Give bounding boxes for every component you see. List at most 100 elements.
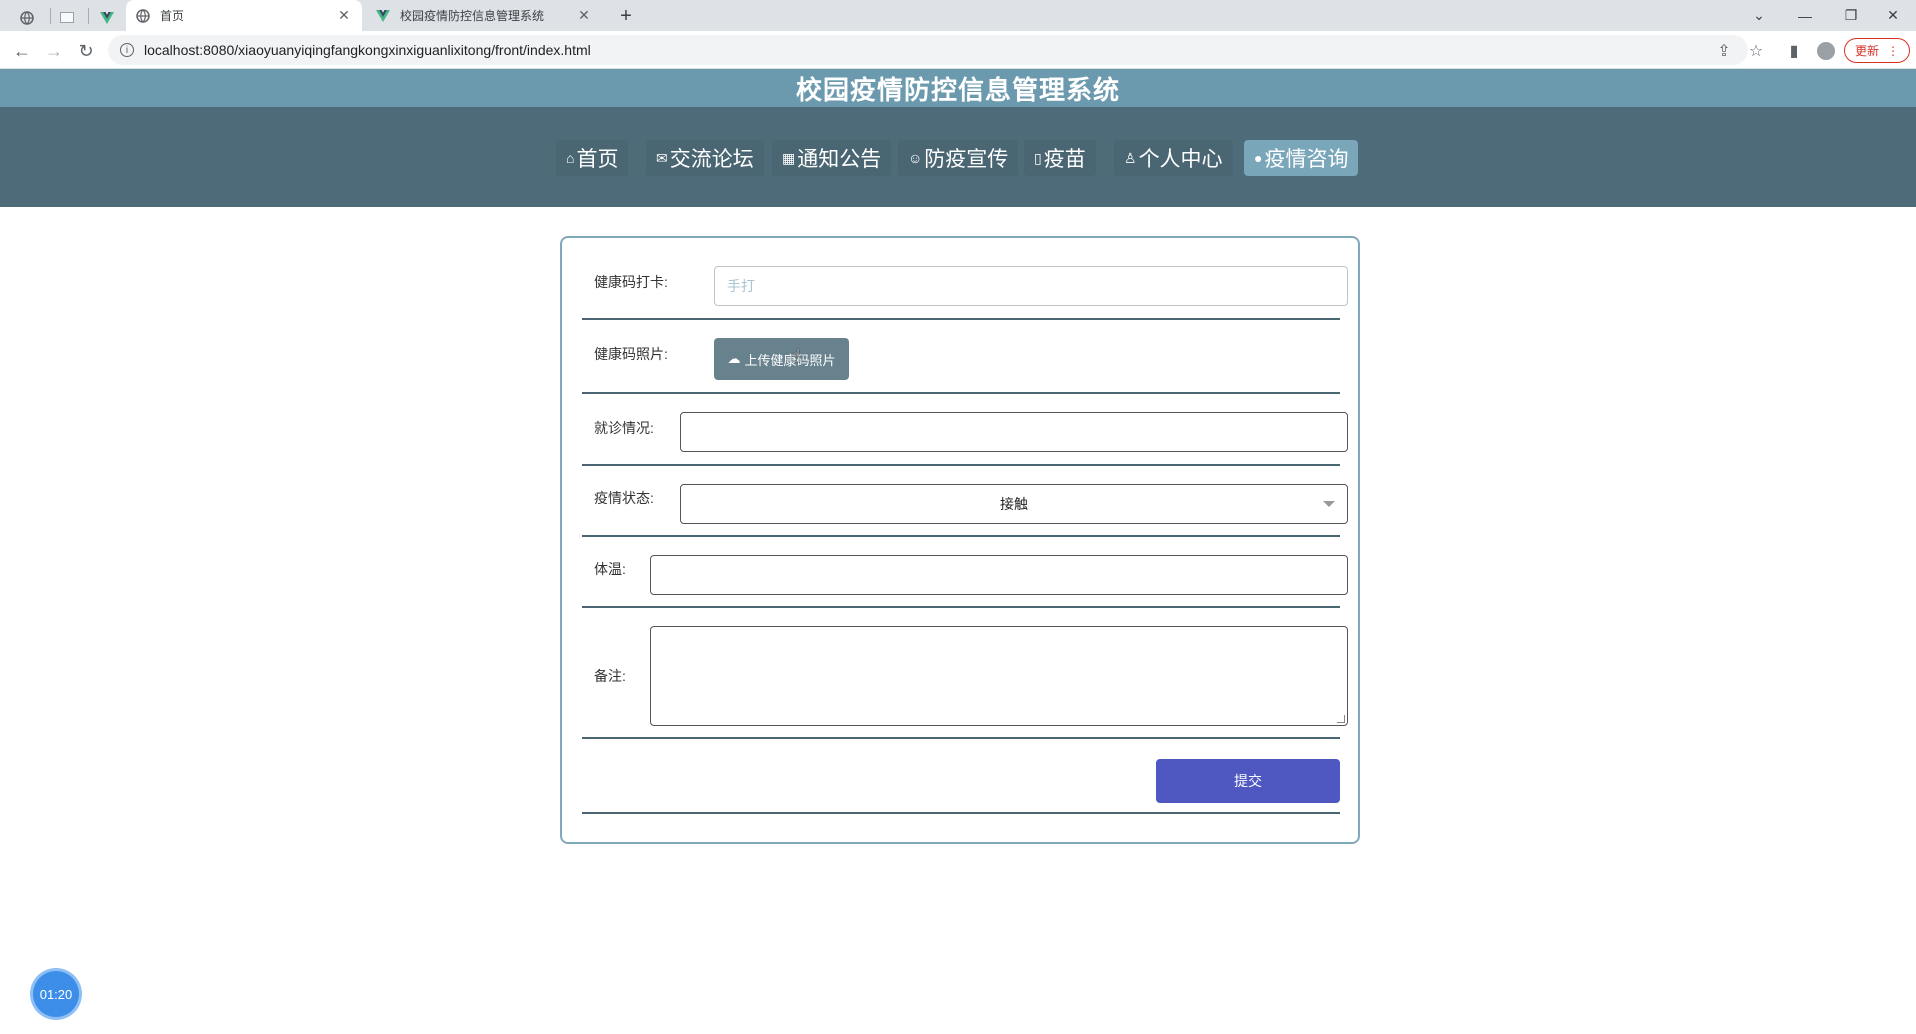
temperature-label: 体温:: [594, 561, 626, 577]
nav-item-profile[interactable]: ♙ 个人中心: [1114, 140, 1233, 176]
submit-label: 提交: [1234, 773, 1262, 789]
consult-icon: ●: [1254, 150, 1263, 166]
nav-item-consult[interactable]: ● 疫情咨询: [1244, 140, 1359, 176]
upload-health-photo-button[interactable]: ☁ 上传健康码照片: [714, 338, 849, 380]
timer-text: 01:20: [39, 986, 73, 1002]
remark-label: 备注:: [594, 668, 626, 684]
status-label: 疫情状态:: [594, 490, 654, 506]
form-row-temperature: 体温:: [582, 537, 1348, 608]
treatment-label: 就诊情况:: [594, 420, 654, 436]
vue-logo-icon: [376, 9, 390, 22]
form-row-health-code: 健康码打卡: 手打: [582, 238, 1348, 320]
tab-title: 首页: [160, 9, 185, 23]
reload-button[interactable]: ↻: [72, 37, 100, 65]
smile-icon: ☺: [908, 150, 923, 166]
back-button[interactable]: ←: [8, 37, 36, 65]
health-photo-label: 健康码照片:: [594, 346, 668, 362]
plus-icon: +: [620, 4, 632, 27]
health-code-label: 健康码打卡:: [594, 274, 668, 290]
browser-toolbar: ← → ↻ i localhost:8080/xiaoyuanyiqingfan…: [0, 31, 1916, 69]
url-text: localhost:8080/xiaoyuanyiqingfangkongxin…: [144, 42, 591, 58]
pinned-tab-vue[interactable]: [92, 4, 122, 31]
document-icon: ▯: [1034, 149, 1042, 166]
tab-search-button[interactable]: ⌄: [1736, 0, 1782, 31]
pinned-tab-globe[interactable]: [12, 4, 42, 31]
nav-item-publicity[interactable]: ☺ 防疫宣传: [898, 140, 1019, 176]
tab-system[interactable]: 校园疫情防控信息管理系统 ✕: [366, 0, 602, 31]
main-nav: ⌂ 首页 ✉ 交流论坛 ▦ 通知公告 ☺ 防疫宣传 ▯ 疫苗 ♙ 个人中心 ● …: [0, 107, 1916, 207]
remark-textarea[interactable]: [650, 626, 1348, 726]
home-icon: ⌂: [566, 150, 575, 166]
app-header: 校园疫情防控信息管理系统: [0, 69, 1916, 107]
browser-tabstrip: 首页 ✕ 校园疫情防控信息管理系统 ✕ + ⌄ — ❐ ✕: [0, 0, 1916, 31]
tab-home[interactable]: 首页 ✕: [126, 0, 362, 31]
nav-label: 疫苗: [1043, 148, 1086, 171]
nav-item-home[interactable]: ⌂ 首页: [556, 140, 629, 176]
share-button[interactable]: ⇪: [1710, 37, 1738, 65]
vue-logo-icon: [100, 11, 114, 24]
hand-cursor-icon: ☝: [790, 346, 801, 366]
cloud-upload-icon: ☁: [727, 351, 741, 366]
restore-icon: ❐: [1844, 7, 1858, 23]
bookmark-button[interactable]: ☆: [1742, 37, 1770, 65]
restore-button[interactable]: ❐: [1828, 0, 1874, 31]
chevron-down-icon: ⌄: [1753, 7, 1765, 23]
notice-icon: ▦: [782, 149, 796, 166]
close-icon: ✕: [1887, 7, 1899, 23]
timer-badge[interactable]: 01:20: [33, 971, 79, 1017]
form-row-submit: 提交: [582, 739, 1340, 814]
tab-title: 校园疫情防控信息管理系统: [400, 9, 545, 23]
more-vert-icon: ⋮: [1887, 43, 1899, 58]
profile-button[interactable]: [1812, 37, 1840, 65]
nav-item-forum[interactable]: ✉ 交流论坛: [646, 140, 764, 176]
info-icon: i: [120, 43, 134, 57]
close-window-button[interactable]: ✕: [1870, 0, 1916, 31]
nav-label: 交流论坛: [669, 148, 754, 171]
page-title: 校园疫情防控信息管理系统: [795, 74, 1120, 105]
globe-icon: [136, 8, 150, 23]
caret-down-icon: [1323, 501, 1335, 507]
new-tab-button[interactable]: +: [612, 4, 640, 28]
resize-grip-icon[interactable]: [1337, 715, 1345, 723]
reload-icon: ↻: [78, 40, 94, 61]
nav-item-vaccine[interactable]: ▯ 疫苗: [1024, 140, 1096, 176]
submit-button[interactable]: 提交: [1156, 759, 1340, 803]
close-icon[interactable]: ✕: [336, 7, 352, 24]
update-label: 更新: [1854, 44, 1879, 58]
address-bar[interactable]: i localhost:8080/xiaoyuanyiqingfangkongx…: [108, 35, 1748, 65]
side-panel-button[interactable]: ▮: [1780, 37, 1808, 65]
update-button[interactable]: 更新 ⋮: [1844, 38, 1910, 63]
minimize-icon: —: [1798, 7, 1812, 24]
form-row-status: 疫情状态: 接触: [582, 466, 1348, 537]
side-panel-icon: ▮: [1789, 43, 1799, 60]
form-row-treatment: 就诊情况:: [582, 394, 1348, 466]
form-row-remark: 备注:: [582, 608, 1348, 739]
nav-label: 个人中心: [1138, 148, 1223, 171]
nav-label: 首页: [576, 148, 619, 171]
star-icon: ☆: [1748, 43, 1764, 60]
pinned-tab-blank[interactable]: [52, 4, 82, 31]
health-code-placeholder: 手打: [727, 278, 755, 294]
minimize-button[interactable]: —: [1782, 0, 1828, 31]
health-code-input[interactable]: 手打: [714, 266, 1348, 306]
nav-item-notice[interactable]: ▦ 通知公告: [772, 140, 892, 176]
close-icon[interactable]: ✕: [576, 7, 592, 24]
globe-icon: [20, 10, 34, 25]
mail-icon: ✉: [656, 149, 668, 166]
forward-button[interactable]: →: [40, 37, 68, 65]
arrow-left-icon: ←: [13, 40, 31, 61]
user-icon: ♙: [1124, 149, 1137, 166]
avatar-icon: [1817, 42, 1835, 60]
form-row-health-photo: 健康码照片: ☁ 上传健康码照片: [582, 320, 1340, 394]
arrow-right-icon: →: [45, 40, 63, 61]
nav-label: 疫情咨询: [1264, 148, 1349, 171]
share-icon: ⇪: [1717, 43, 1731, 60]
treatment-input[interactable]: [680, 412, 1348, 452]
consult-form: 健康码打卡: 手打 健康码照片: ☁ 上传健康码照片 就诊情况: 疫情状态: 接…: [560, 236, 1360, 844]
nav-label: 通知公告: [797, 148, 882, 171]
status-value: 接触: [1000, 496, 1028, 512]
temperature-input[interactable]: [650, 555, 1348, 595]
page-icon: [60, 12, 74, 23]
nav-label: 防疫宣传: [924, 148, 1009, 171]
status-select[interactable]: 接触: [680, 484, 1348, 524]
